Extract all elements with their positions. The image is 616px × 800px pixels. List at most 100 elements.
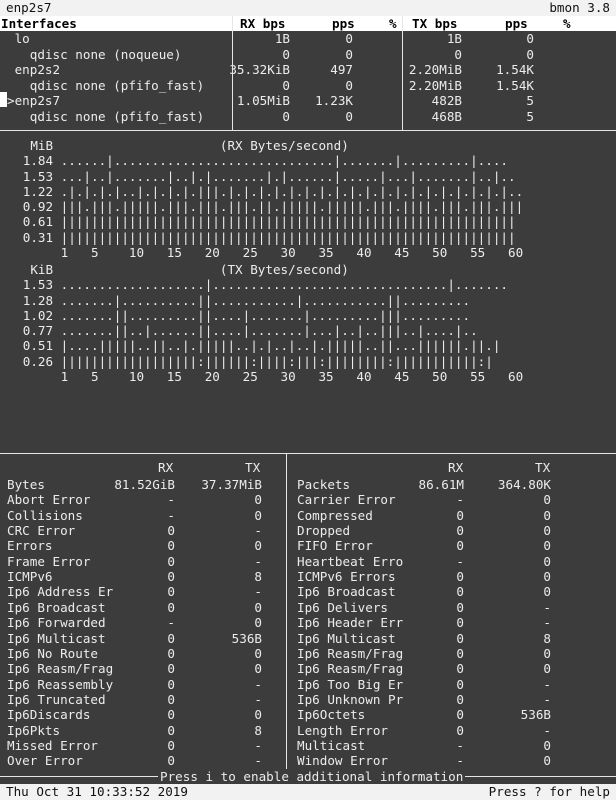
interfaces-heading: Interfaces [1, 16, 77, 31]
interfaces-header: Interfaces RX bps pps % TX bps pps % [0, 16, 616, 31]
stat-name: Ip6 Reassembly [7, 676, 114, 692]
iface-divider-1 [232, 16, 233, 130]
stat-rx-value: 0 [167, 538, 175, 554]
stat-name: Ip6 Too Big Er [297, 676, 404, 692]
stat-tx-value: 0 [254, 615, 262, 631]
stat-tx-value: 0 [543, 661, 551, 677]
interface-rx-pps: 0 [345, 108, 353, 124]
rx-bytes-graph: MiB (RX Bytes/second) 1.84 ......|......… [22, 138, 524, 261]
stat-name: Ip6 Reasm/Frag [297, 661, 404, 677]
stat-name: Window Error [297, 753, 388, 769]
status-datetime: Thu Oct 31 10:33:52 2019 [6, 784, 188, 799]
stat-rx-value: 0 [167, 630, 175, 646]
interface-rx-bps: 0 [282, 77, 290, 93]
tx-bytes-graph: KiB (TX Bytes/second) 1.53 .............… [22, 262, 524, 385]
stat-tx-value: 0 [254, 661, 262, 677]
interface-tx-pps: 1.54K [496, 62, 534, 77]
stat-name: Ip6Discards [7, 707, 91, 723]
stats-left-rx-heading: RX [158, 460, 174, 475]
stat-tx-value: 0 [543, 553, 551, 569]
stat-rx-value: 0 [167, 691, 175, 707]
interface-rx-pps: 1.23K [315, 93, 353, 108]
stat-name: Missed Error [7, 737, 98, 753]
stat-tx-value: - [543, 722, 551, 738]
stat-rx-value: 0 [456, 722, 464, 738]
stat-name: Packets [297, 477, 351, 492]
stat-name: Ip6 No Route [7, 645, 98, 661]
stat-name: Collisions [7, 507, 83, 523]
interface-name: >enp2s7 [7, 93, 61, 108]
stat-name: Heartbeat Erro [297, 553, 404, 569]
stat-tx-value: 364.80K [497, 477, 551, 492]
status-help: Press ? for help [488, 784, 610, 799]
stat-rx-value: 0 [167, 599, 175, 615]
stat-name: Ip6 Delivers [297, 599, 388, 615]
stat-tx-value: 0 [543, 523, 551, 539]
stat-tx-value: - [254, 553, 262, 569]
interface-tx-bps: 482B [431, 93, 462, 108]
rx-bps-heading: RX bps [240, 16, 286, 31]
stat-name: Ip6 Multicast [7, 630, 106, 646]
stats-left-tx-heading: TX [245, 460, 261, 475]
stat-rx-value: 0 [167, 676, 175, 692]
stat-rx-value: 0 [167, 707, 175, 723]
stat-tx-value: - [543, 676, 551, 692]
stat-tx-value: 0 [254, 645, 262, 661]
iface-bottom-divider [0, 130, 616, 131]
stat-name: Ip6 Unknown Pr [297, 691, 404, 707]
tx-bps-heading: TX bps [412, 16, 458, 31]
interface-tx-bps: 2.20MiB [408, 77, 462, 93]
stat-tx-value: - [543, 691, 551, 707]
tx-pct-heading: % [563, 16, 571, 31]
stat-tx-value: 0 [254, 538, 262, 554]
interface-row[interactable]: enp2s2 35.32KiB 497 2.20MiB 1.54K [0, 62, 616, 77]
interface-row[interactable]: lo 1B 0 1B 0 [0, 31, 616, 46]
interface-row[interactable]: >enp2s7 1.05MiB 1.23K 482B 5 [0, 93, 616, 108]
stat-rx-value: 0 [456, 507, 464, 523]
interface-rx-pps: 0 [345, 46, 353, 62]
stat-name: Bytes [7, 477, 45, 492]
stat-rx-value: 0 [167, 737, 175, 753]
interface-rx-bps: 0 [282, 108, 290, 124]
stat-name: Ip6 Broadcast [297, 584, 396, 600]
stats-divider [286, 453, 287, 769]
interface-rx-bps: 35.32KiB [229, 62, 290, 77]
stat-rx-value: 0 [456, 676, 464, 692]
stat-rx-value: 0 [456, 615, 464, 631]
interface-row[interactable]: qdisc none (noqueue) 0 0 0 0 [0, 47, 616, 62]
stats-right-rx-heading: RX [448, 460, 464, 475]
stat-name: Ip6Octets [297, 707, 366, 723]
stat-rx-value: 0 [456, 691, 464, 707]
stat-rx-value: 0 [456, 599, 464, 615]
interface-rx-bps: 1.05MiB [236, 93, 290, 108]
stat-rx-value: - [167, 615, 175, 631]
stat-tx-value: 8 [543, 630, 551, 646]
interface-rx-pps: 497 [330, 62, 353, 77]
stat-name: Dropped [297, 523, 351, 539]
stat-tx-value: 0 [254, 492, 262, 508]
stat-tx-value: - [254, 737, 262, 753]
interface-row[interactable]: qdisc none (pfifo_fast) 0 0 468B 5 [0, 109, 616, 124]
selection-cursor [0, 92, 7, 107]
stat-tx-value: 536B [520, 707, 551, 723]
stat-tx-value: 0 [254, 707, 262, 723]
rx-pps-heading: pps [332, 16, 355, 31]
stat-rx-value: 0 [456, 707, 464, 723]
stat-rx-value: 0 [456, 645, 464, 661]
stat-name: Ip6 Multicast [297, 630, 396, 646]
app-version: bmon 3.8 [549, 0, 610, 15]
stat-name: Errors [7, 538, 53, 554]
interface-tx-bps: 1B [446, 31, 462, 46]
status-bar: Thu Oct 31 10:33:52 2019 Press ? for hel… [0, 784, 616, 800]
interface-name: lo [14, 31, 30, 46]
stat-rx-value: 81.52GiB [114, 477, 175, 492]
stat-name: FIFO Error [297, 538, 373, 554]
stat-rx-value: 0 [456, 523, 464, 539]
interface-tx-pps: 0 [526, 46, 534, 62]
stat-tx-value: 0 [543, 584, 551, 600]
stat-tx-value: 0 [543, 538, 551, 554]
stat-tx-value: 0 [543, 569, 551, 585]
interface-row[interactable]: qdisc none (pfifo_fast) 0 0 2.20MiB 1.54K [0, 78, 616, 93]
stat-tx-value: 0 [254, 507, 262, 523]
stat-name: Ip6 Address Er [7, 584, 114, 600]
